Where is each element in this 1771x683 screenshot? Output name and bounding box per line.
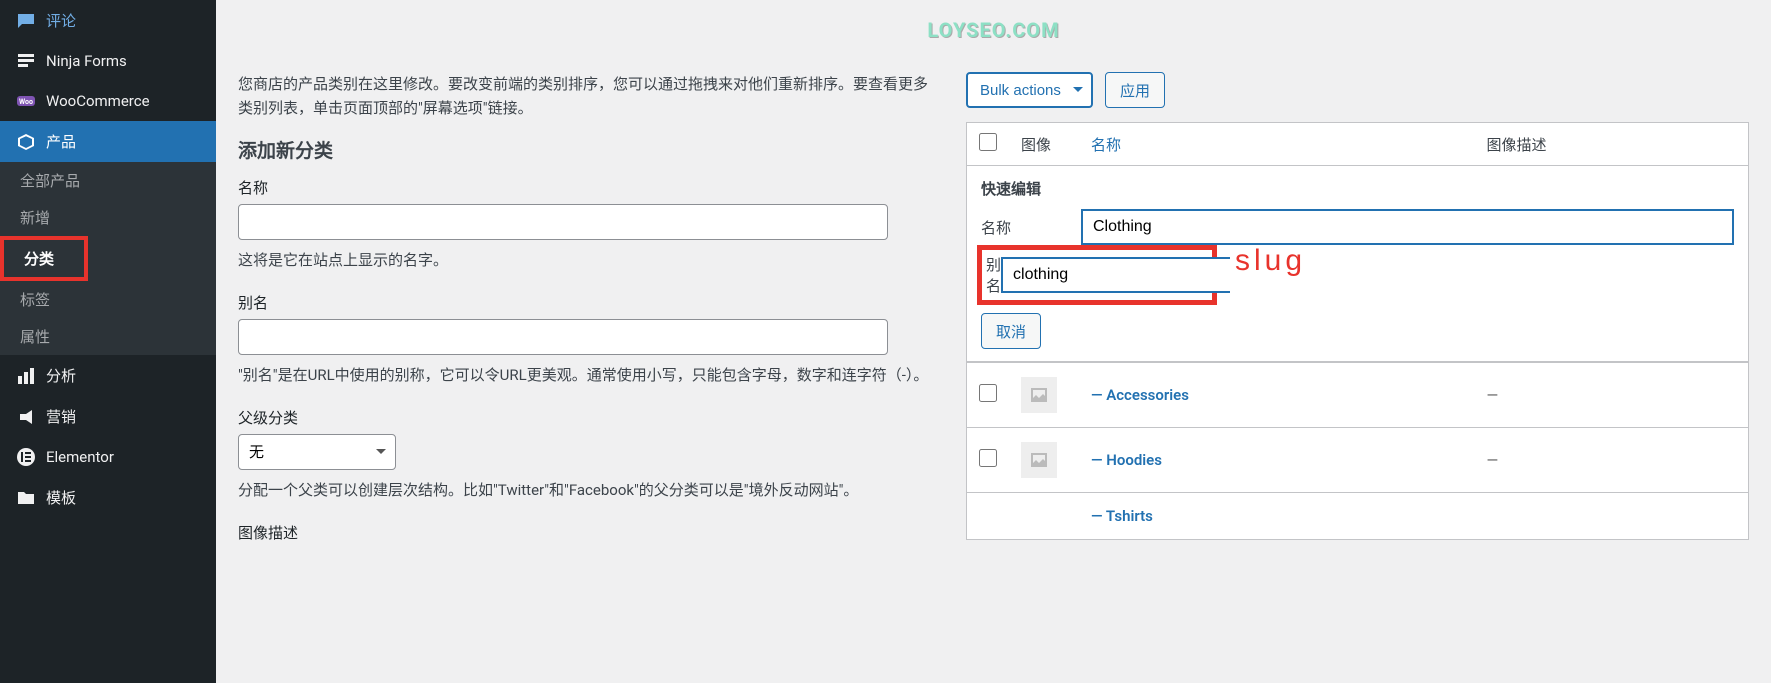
bulk-actions-select[interactable]: Bulk actions [966,72,1093,108]
qe-slug-input[interactable] [1001,257,1230,293]
svg-text:Woo: Woo [19,98,33,106]
parent-select[interactable]: 无 [238,434,396,470]
qe-name-input[interactable] [1081,209,1734,245]
category-list-panel: Bulk actions 应用 图像 名称 图像描述 [966,72,1749,563]
intro-text: 您商店的产品类别在这里修改。要改变前端的类别排序，您可以通过拖拽来对他们重新排序… [238,72,938,120]
sidebar-item-products[interactable]: 产品 [0,121,216,162]
cancel-button[interactable]: 取消 [981,313,1041,349]
sidebar-item-templates[interactable]: 模板 [0,477,216,518]
table-row: — Hoodies — [967,428,1749,493]
sidebar-item-label: 分析 [46,365,76,386]
col-image-desc: 图像描述 [1474,123,1748,166]
main-content: LOYSEO.COM 您商店的产品类别在这里修改。要改变前端的类别排序，您可以通… [216,0,1771,683]
sidebar-item-marketing[interactable]: 营销 [0,396,216,437]
sidebar-item-label: 产品 [46,131,76,152]
categories-table: 图像 名称 图像描述 快速编辑 名称 [966,122,1749,540]
quick-edit-panel: 快速编辑 名称 别名 [967,166,1748,362]
col-image: 图像 [1009,123,1079,166]
products-submenu: 全部产品 新增 分类 标签 属性 [0,162,216,355]
row-checkbox[interactable] [979,384,997,402]
image-icon [1029,385,1049,405]
name-input[interactable] [238,204,888,240]
megaphone-icon [16,407,36,427]
bulk-actions-bar: Bulk actions 应用 [966,72,1749,108]
thumbnail-placeholder [1021,377,1057,413]
thumbnail-placeholder [1021,442,1057,478]
sidebar-item-label: 营销 [46,406,76,427]
field-image-desc: 图像描述 [238,522,938,543]
submenu-categories[interactable]: 分类 [4,240,84,277]
category-link[interactable]: — Tshirts [1091,507,1153,525]
submenu-tags[interactable]: 标签 [0,281,216,318]
submenu-attributes[interactable]: 属性 [0,318,216,355]
parent-label: 父级分类 [238,407,938,428]
slug-annotation: slug [1235,244,1306,278]
add-new-heading: 添加新分类 [238,136,938,163]
sidebar-item-elementor[interactable]: Elementor [0,437,216,477]
submenu-add-new[interactable]: 新增 [0,199,216,236]
qe-name-label: 名称 [981,217,1081,238]
select-all-checkbox[interactable] [979,133,997,151]
submenu-all-products[interactable]: 全部产品 [0,162,216,199]
slug-label: 别名 [238,292,938,313]
field-parent: 父级分类 无 分配一个父类可以创建层次结构。比如"Twitter"和"Faceb… [238,407,938,502]
quick-edit-name-row: 名称 [981,209,1734,245]
parent-help: 分配一个父类可以创建层次结构。比如"Twitter"和"Facebook"的父分… [238,478,938,502]
quick-edit-title: 快速编辑 [981,178,1734,199]
sidebar-item-comments[interactable]: 评论 [0,0,216,41]
watermark: LOYSEO.COM [927,18,1059,42]
table-row: — Tshirts [967,493,1749,540]
sidebar-item-label: 模板 [46,487,76,508]
col-name-sort[interactable]: 名称 [1091,136,1121,154]
folder-icon [16,488,36,508]
sidebar-item-label: Elementor [46,448,114,466]
desc-empty: — [1486,386,1498,404]
woo-icon: Woo [16,91,36,111]
form-icon [16,51,36,71]
comment-icon [16,11,36,31]
desc-empty: — [1486,451,1498,469]
sidebar-item-woocommerce[interactable]: Woo WooCommerce [0,81,216,121]
field-name: 名称 这将是它在站点上显示的名字。 [238,177,938,272]
slug-input[interactable] [238,319,888,355]
product-icon [16,132,36,152]
sidebar-item-label: 评论 [46,10,76,31]
table-row: — Accessories — [967,363,1749,428]
sidebar-item-ninja-forms[interactable]: Ninja Forms [0,41,216,81]
name-label: 名称 [238,177,938,198]
name-help: 这将是它在站点上显示的名字。 [238,248,938,272]
chart-icon [16,366,36,386]
image-desc-label: 图像描述 [238,522,938,543]
category-link[interactable]: — Hoodies [1091,451,1162,469]
sidebar-item-label: WooCommerce [46,92,150,110]
slug-help: "别名"是在URL中使用的别称，它可以令URL更美观。通常使用小写，只能包含字母… [238,363,938,387]
row-checkbox[interactable] [979,449,997,467]
elementor-icon [16,447,36,467]
submenu-categories-highlight: 分类 [0,236,216,281]
sidebar-item-analytics[interactable]: 分析 [0,355,216,396]
slug-highlight-box: 别名 [977,245,1217,305]
apply-button[interactable]: 应用 [1105,72,1165,108]
category-link[interactable]: — Accessories [1091,386,1189,404]
quick-edit-slug-row: 别名 [986,254,1208,296]
sidebar-item-label: Ninja Forms [46,52,127,70]
admin-sidebar: 评论 Ninja Forms Woo WooCommerce 产品 全部产品 新… [0,0,216,683]
image-icon [1029,450,1049,470]
add-category-form: 您商店的产品类别在这里修改。要改变前端的类别排序，您可以通过拖拽来对他们重新排序… [238,72,938,563]
field-slug: 别名 "别名"是在URL中使用的别称，它可以令URL更美观。通常使用小写，只能包… [238,292,938,387]
qe-slug-label: 别名 [986,254,1001,296]
